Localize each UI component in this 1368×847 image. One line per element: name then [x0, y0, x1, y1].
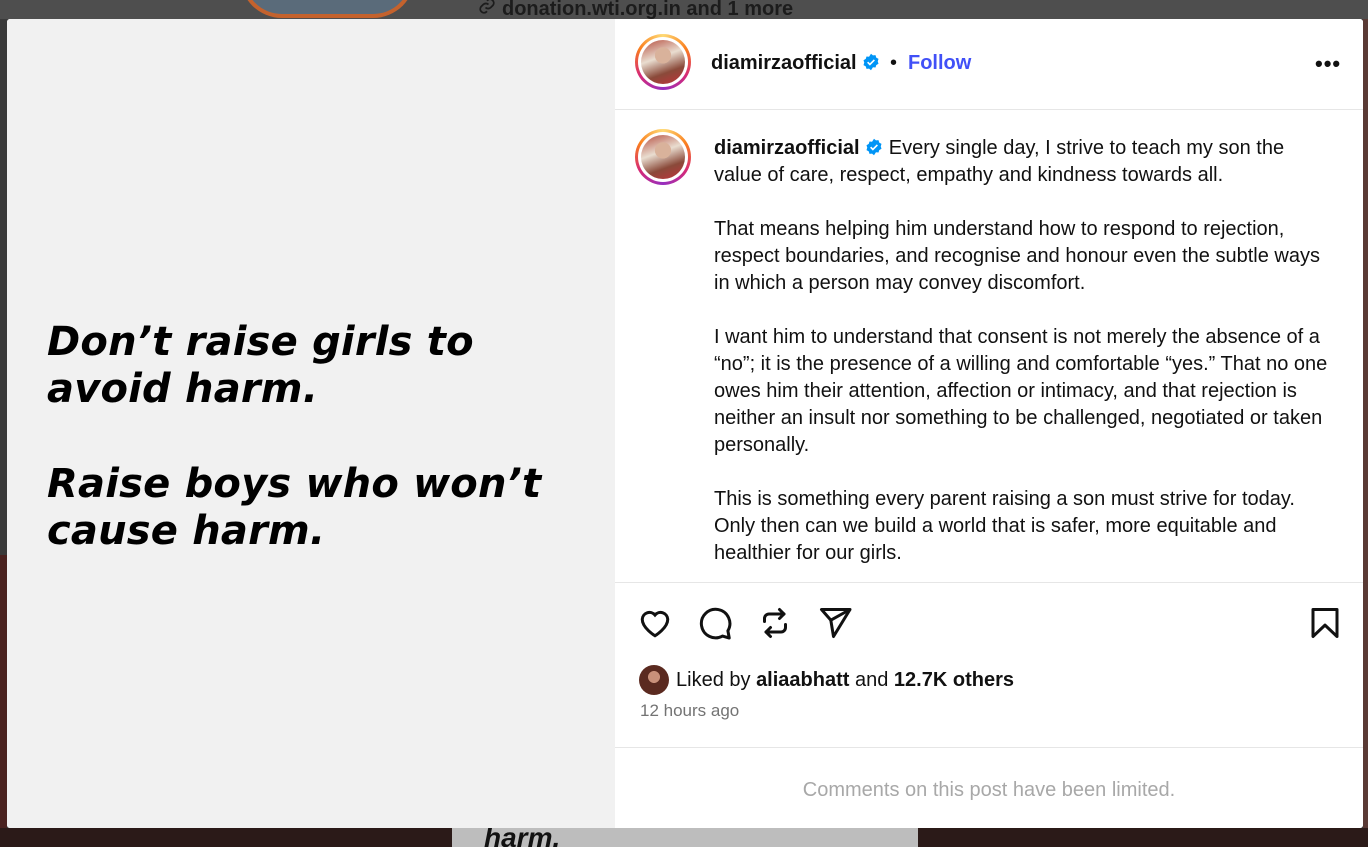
- background-profile-link: donation.wti.org.in and 1 more: [478, 0, 793, 21]
- verified-badge-icon: [866, 138, 882, 156]
- heart-icon[interactable]: [637, 605, 673, 641]
- liker-username[interactable]: aliaabhatt: [756, 669, 849, 692]
- header-separator: •: [890, 52, 898, 74]
- post-header: diamirzaofficial • Follow •••: [615, 19, 1363, 110]
- caption-paragraph-2: That means helping him understand how to…: [714, 218, 1320, 294]
- share-icon[interactable]: [817, 605, 853, 641]
- post-media: Don’t raise girls to avoid harm. Raise b…: [7, 19, 615, 828]
- post-caption: diamirzaofficial Every single day, I str…: [714, 135, 1334, 582]
- link-icon: [478, 0, 496, 21]
- liker-avatar[interactable]: [639, 665, 669, 695]
- background-thumbnail-text: harm.: [484, 828, 561, 847]
- post-modal: Don’t raise girls to avoid harm. Raise b…: [7, 19, 1363, 828]
- bookmark-icon[interactable]: [1307, 605, 1343, 641]
- author-username-text[interactable]: diamirzaofficial: [711, 52, 857, 74]
- background-right-edge: [1363, 19, 1368, 828]
- caption-username[interactable]: diamirzaofficial: [714, 137, 883, 159]
- more-options-icon[interactable]: •••: [1315, 51, 1341, 77]
- comments-section: Comments on this post have been limited.: [615, 747, 1363, 828]
- post-actions: Liked by aliaabhatt and 12.7K others 12 …: [615, 582, 1363, 748]
- caption-author-avatar[interactable]: [635, 129, 691, 185]
- likes-middle: and: [854, 668, 889, 691]
- likes-prefix: Liked by: [676, 668, 751, 691]
- background-post-thumbnail: harm.: [452, 828, 918, 847]
- post-side-panel: diamirzaofficial • Follow ••• diamirzaof…: [615, 19, 1363, 828]
- background-link-text: donation.wti.org.in and 1 more: [502, 0, 794, 20]
- quote-line-1: Don’t raise girls to avoid harm.: [47, 319, 474, 412]
- background-bottom-strip: harm.: [0, 828, 1368, 847]
- repost-icon[interactable]: [757, 605, 793, 641]
- background-left-edge: [0, 555, 7, 828]
- comment-icon[interactable]: [697, 605, 733, 641]
- verified-badge-icon: [863, 53, 879, 71]
- likes-count[interactable]: 12.7K others: [894, 669, 1014, 692]
- post-timestamp[interactable]: 12 hours ago: [640, 701, 739, 721]
- caption-paragraph-3: I want him to understand that consent is…: [714, 326, 1328, 456]
- quote-line-2: Raise boys who won’t cause harm.: [47, 461, 542, 554]
- likes-summary: Liked by aliaabhatt and 12.7K others: [639, 665, 1014, 695]
- author-username[interactable]: diamirzaofficial: [711, 52, 880, 75]
- caption-username-text[interactable]: diamirzaofficial: [714, 137, 860, 159]
- post-quote: Don’t raise girls to avoid harm. Raise b…: [47, 319, 587, 603]
- follow-button[interactable]: Follow: [908, 52, 971, 75]
- caption-paragraph-1: diamirzaofficial Every single day, I str…: [714, 135, 1334, 189]
- caption-scroll-area[interactable]: diamirzaofficial Every single day, I str…: [615, 110, 1363, 582]
- caption-paragraph-4: This is something every parent raising a…: [714, 488, 1295, 564]
- comments-limited-notice: Comments on this post have been limited.: [802, 779, 1176, 801]
- author-avatar[interactable]: [635, 34, 691, 90]
